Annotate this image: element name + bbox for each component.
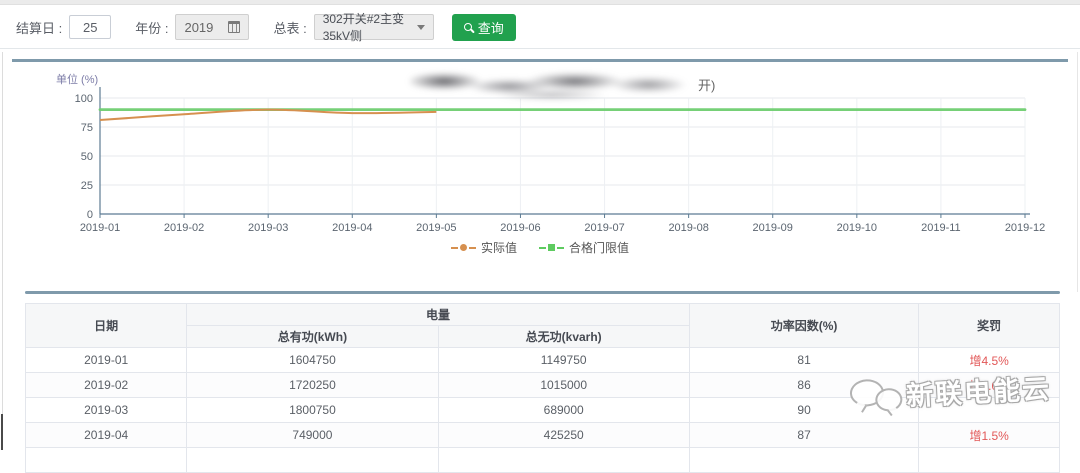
legend-item-actual[interactable]: 实际值 [451, 239, 517, 256]
toolbar-divider [0, 48, 1080, 49]
svg-text:2019-01: 2019-01 [80, 222, 120, 234]
svg-text:100: 100 [75, 93, 93, 105]
table-header: 日期 电量 功率因数(%) 奖罚 总有功(kWh) 总无功(kvarh) [26, 304, 1060, 348]
legend-item-threshold[interactable]: 合格门限值 [539, 239, 629, 256]
table-row: 2019-021720250101500086增2.0% [26, 373, 1060, 398]
table-row: 2019-03180075068900090 [26, 398, 1060, 423]
cell-penalty [919, 398, 1060, 423]
page-left-edge-dark [1, 414, 3, 450]
meter-label: 总表 : [273, 18, 306, 37]
settlement-day-input[interactable] [69, 15, 111, 39]
cell-reactive-energy: 1015000 [438, 373, 689, 398]
cell-active-energy: 1604750 [187, 348, 438, 373]
search-icon [464, 23, 472, 31]
svg-text:2019-10: 2019-10 [837, 222, 877, 234]
cell-penalty: 增2.0% [919, 373, 1060, 398]
col-header-date: 日期 [26, 304, 187, 348]
cell-date: 2019-02 [26, 373, 187, 398]
cell-power-factor: 81 [689, 348, 919, 373]
col-header-power-factor: 功率因数(%) [689, 304, 919, 348]
meter-select-value: 302开关#2主变35kV侧 [323, 10, 412, 44]
svg-text:50: 50 [81, 151, 93, 163]
svg-text:25: 25 [81, 180, 93, 192]
query-toolbar: 结算日 : 年份 : 2019 总表 : 302开关#2主变35kV侧 查询 [0, 7, 1080, 47]
cell-active-energy: 1800750 [187, 398, 438, 423]
svg-text:75: 75 [81, 122, 93, 134]
svg-text:2019-03: 2019-03 [248, 222, 288, 234]
cell-reactive-energy: 425250 [438, 423, 689, 448]
col-header-penalty: 奖罚 [919, 304, 1060, 348]
chart-title-fragment: 开) [698, 75, 715, 94]
table-row: 2019-0474900042525087增1.5% [26, 423, 1060, 448]
col-header-reactive-energy: 总无功(kvarh) [438, 326, 689, 348]
energy-table-panel: 日期 电量 功率因数(%) 奖罚 总有功(kWh) 总无功(kvarh) 201… [25, 291, 1060, 473]
query-button-label: 查询 [478, 18, 504, 37]
svg-text:2019-06: 2019-06 [500, 222, 540, 234]
svg-text:2019-12: 2019-12 [1005, 222, 1045, 234]
table-row-partial [26, 448, 1060, 473]
cell-active-energy: 1720250 [187, 373, 438, 398]
cell-date: 2019-03 [26, 398, 187, 423]
page-left-edge [2, 52, 3, 450]
svg-text:2019-02: 2019-02 [164, 222, 204, 234]
meter-select[interactable]: 302开关#2主变35kV侧 [314, 14, 434, 40]
cell-power-factor: 86 [689, 373, 919, 398]
svg-text:2019-05: 2019-05 [416, 222, 456, 234]
year-label: 年份 : [135, 18, 168, 37]
browser-edge-strip [0, 0, 1080, 5]
chart-legend: 实际值 合格门限值 [12, 239, 1068, 256]
svg-text:2019-09: 2019-09 [753, 222, 793, 234]
col-header-active-energy: 总有功(kWh) [187, 326, 438, 348]
cell-date: 2019-01 [26, 348, 187, 373]
year-picker[interactable]: 2019 [175, 14, 249, 40]
table-accent-bar [25, 291, 1060, 294]
line-square-marker-icon [539, 244, 564, 251]
energy-table: 日期 电量 功率因数(%) 奖罚 总有功(kWh) 总无功(kvarh) 201… [25, 303, 1060, 473]
table-row: 2019-011604750114975081增4.5% [26, 348, 1060, 373]
cell-date: 2019-04 [26, 423, 187, 448]
col-header-energy-group: 电量 [187, 304, 690, 326]
svg-text:2019-04: 2019-04 [332, 222, 372, 234]
cell-power-factor: 87 [689, 423, 919, 448]
cell-active-energy: 749000 [187, 423, 438, 448]
year-value: 2019 [184, 20, 213, 35]
cell-reactive-energy: 1149750 [438, 348, 689, 373]
cell-penalty: 增4.5% [919, 348, 1060, 373]
query-button[interactable]: 查询 [452, 14, 516, 41]
cell-power-factor: 90 [689, 398, 919, 423]
power-factor-chart-panel: 0 25 50 75 100 2019-01 2019-02 2019-03 2019-04 20… [12, 59, 1068, 287]
chevron-down-icon [417, 25, 425, 30]
legend-label: 合格门限值 [569, 239, 629, 256]
line-dot-marker-icon [451, 244, 476, 251]
svg-text:2019-08: 2019-08 [668, 222, 708, 234]
svg-text:0: 0 [87, 209, 93, 221]
cell-reactive-energy: 689000 [438, 398, 689, 423]
settlement-day-label: 结算日 : [16, 18, 62, 37]
calendar-icon [228, 21, 240, 33]
svg-text:2019-07: 2019-07 [584, 222, 624, 234]
page-right-edge [1077, 52, 1078, 292]
cell-penalty: 增1.5% [919, 423, 1060, 448]
legend-label: 实际值 [481, 239, 517, 256]
svg-text:2019-11: 2019-11 [921, 222, 961, 234]
y-axis-unit-label: 单位 (%) [56, 71, 98, 87]
